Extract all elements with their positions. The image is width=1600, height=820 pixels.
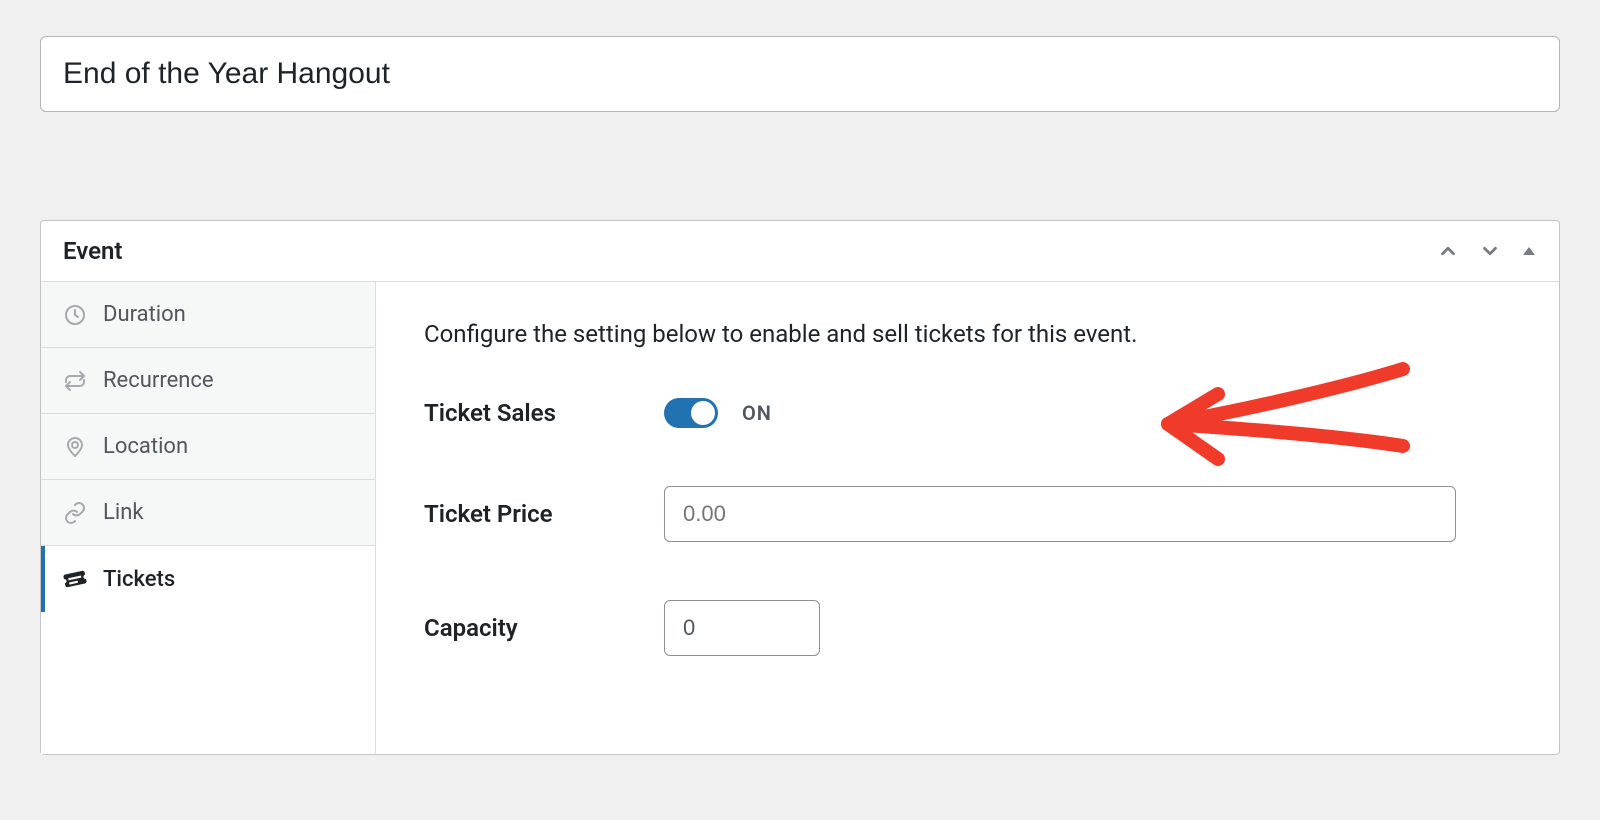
toggle-knob bbox=[691, 401, 715, 425]
event-panel-body: Duration Recurrence Location Link bbox=[41, 282, 1559, 754]
ticket-price-row: Ticket Price bbox=[424, 486, 1511, 542]
sidebar-item-link[interactable]: Link bbox=[41, 480, 375, 546]
chevron-down-icon[interactable] bbox=[1479, 240, 1501, 262]
sidebar-item-label: Location bbox=[103, 434, 188, 459]
repeat-icon bbox=[61, 369, 89, 393]
link-icon bbox=[61, 501, 89, 525]
tickets-description: Configure the setting below to enable an… bbox=[424, 320, 1511, 348]
ticket-price-label: Ticket Price bbox=[424, 500, 664, 528]
ticket-icon bbox=[61, 566, 89, 592]
sidebar-item-recurrence[interactable]: Recurrence bbox=[41, 348, 375, 414]
triangle-up-icon[interactable] bbox=[1521, 243, 1537, 259]
sidebar-item-label: Duration bbox=[103, 302, 186, 327]
sidebar-item-duration[interactable]: Duration bbox=[41, 282, 375, 348]
ticket-price-input[interactable] bbox=[664, 486, 1456, 542]
event-panel-header: Event bbox=[41, 221, 1559, 282]
panel-header-controls bbox=[1437, 240, 1537, 262]
capacity-input[interactable] bbox=[664, 600, 820, 656]
sidebar-item-location[interactable]: Location bbox=[41, 414, 375, 480]
ticket-sales-state: ON bbox=[742, 401, 772, 425]
sidebar-item-label: Link bbox=[103, 500, 144, 525]
ticket-sales-row: Ticket Sales ON bbox=[424, 398, 1511, 428]
capacity-label: Capacity bbox=[424, 614, 664, 642]
clock-icon bbox=[61, 303, 89, 327]
sidebar-item-label: Tickets bbox=[103, 567, 175, 592]
ticket-sales-toggle[interactable] bbox=[664, 398, 718, 428]
event-tabs-sidebar: Duration Recurrence Location Link bbox=[41, 282, 376, 754]
capacity-row: Capacity bbox=[424, 600, 1511, 656]
ticket-sales-label: Ticket Sales bbox=[424, 399, 664, 427]
event-panel-title: Event bbox=[63, 237, 122, 265]
pin-icon bbox=[61, 435, 89, 459]
sidebar-item-tickets[interactable]: Tickets bbox=[41, 546, 375, 612]
event-title-input[interactable] bbox=[40, 36, 1560, 112]
event-title-wrap bbox=[40, 36, 1560, 112]
event-panel: Event Duration bbox=[40, 220, 1560, 755]
chevron-up-icon[interactable] bbox=[1437, 240, 1459, 262]
sidebar-item-label: Recurrence bbox=[103, 368, 214, 393]
tickets-settings-pane: Configure the setting below to enable an… bbox=[376, 282, 1559, 754]
